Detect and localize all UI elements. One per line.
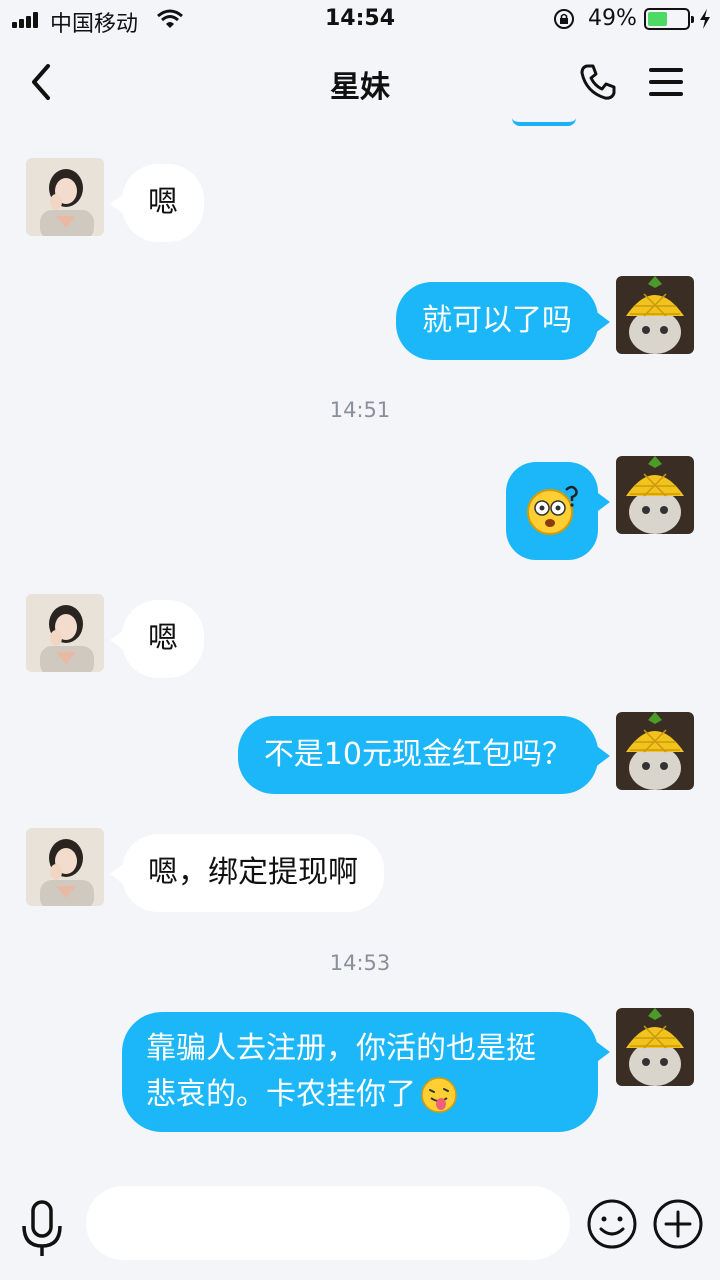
status-bar: 中国移动 14:54 49% xyxy=(0,0,720,40)
outgoing-sticker-bubble[interactable] xyxy=(506,462,610,560)
hamburger-menu-icon[interactable] xyxy=(646,62,686,102)
rotation-lock-icon xyxy=(554,9,574,29)
message-input[interactable] xyxy=(86,1186,570,1260)
self-avatar[interactable] xyxy=(616,276,694,354)
outgoing-message-bubble[interactable]: 就可以了吗 xyxy=(396,282,610,360)
input-bar xyxy=(0,1170,720,1280)
outgoing-message-bubble[interactable]: 靠骗人去注册，你活的也是挺 悲哀的。卡农挂你了 xyxy=(122,1012,610,1132)
message-line: 靠骗人去注册，你活的也是挺 xyxy=(146,1031,536,1066)
timestamp: 14:53 xyxy=(329,951,391,975)
outgoing-message-bubble[interactable]: 不是10元现金红包吗？ xyxy=(237,716,611,794)
smiley-icon[interactable] xyxy=(586,1198,638,1250)
contact-avatar[interactable] xyxy=(26,594,104,672)
contact-avatar[interactable] xyxy=(26,158,104,236)
charging-icon xyxy=(700,9,710,29)
tongue-out-emoji-icon xyxy=(421,1077,457,1113)
incoming-message-bubble[interactable]: 嗯 xyxy=(110,600,204,678)
battery-icon xyxy=(644,8,694,30)
phone-icon[interactable] xyxy=(578,62,618,102)
previous-message-edge xyxy=(512,118,576,126)
chat-header: 星妹 xyxy=(0,40,720,124)
message-line-text: 悲哀的。卡农挂你了 xyxy=(146,1077,416,1112)
self-avatar[interactable] xyxy=(616,1008,694,1086)
plus-circle-icon[interactable] xyxy=(652,1198,704,1250)
microphone-icon[interactable] xyxy=(18,1200,66,1260)
contact-avatar[interactable] xyxy=(26,828,104,906)
incoming-message-bubble[interactable]: 嗯，绑定提现啊 xyxy=(110,834,384,912)
battery-percentage: 49% xyxy=(588,6,637,31)
timestamp: 14:51 xyxy=(329,398,391,422)
self-avatar[interactable] xyxy=(616,456,694,534)
confused-face-emoji-icon xyxy=(527,485,578,535)
message-line: 悲哀的。卡农挂你了 xyxy=(146,1072,574,1118)
self-avatar[interactable] xyxy=(616,712,694,790)
incoming-message-bubble[interactable]: 嗯 xyxy=(110,164,204,242)
